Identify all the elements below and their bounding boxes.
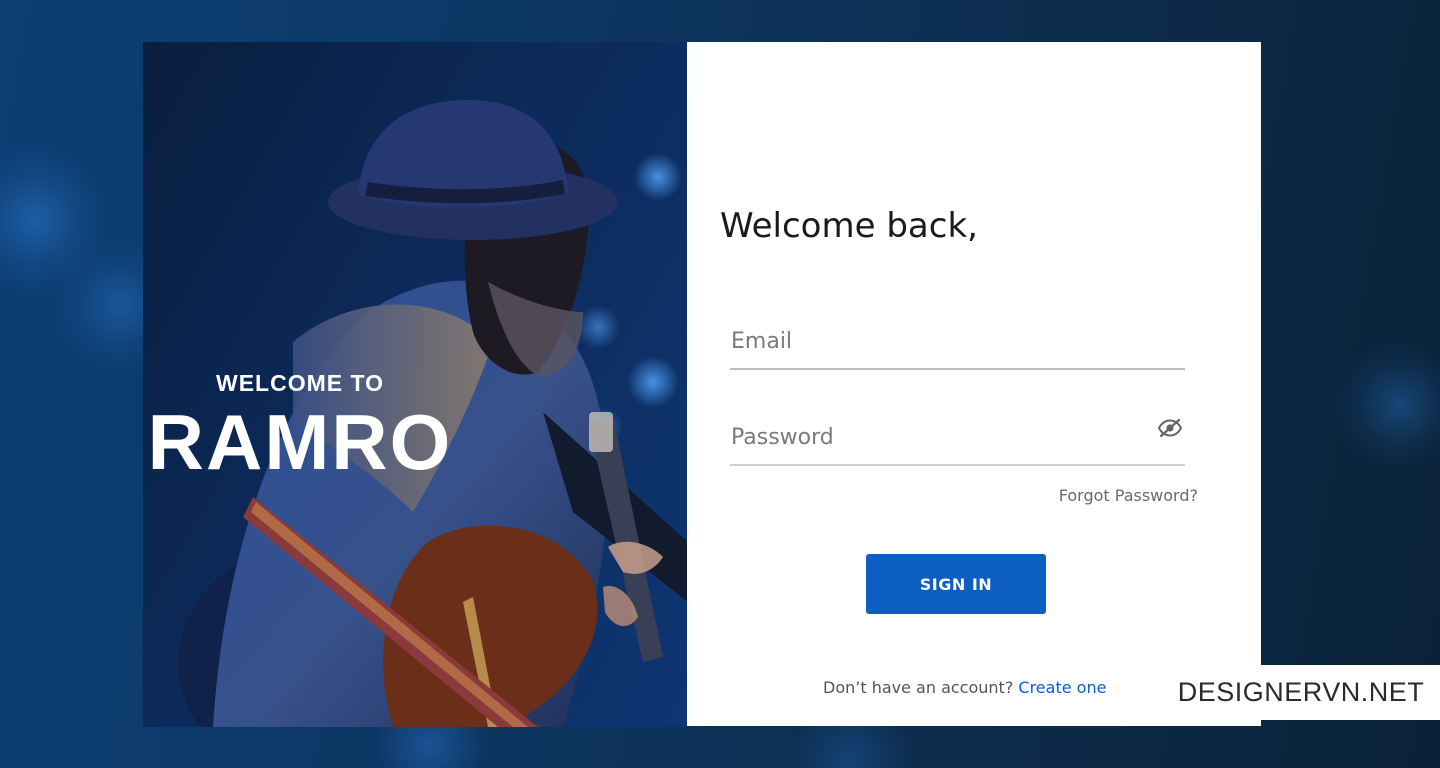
login-card: Welcome back, Forgot Password? SIGN IN D… <box>687 42 1261 726</box>
hero-welcome-text: WELCOME TO <box>215 370 384 396</box>
hero-brand-name: RAMRO <box>147 398 453 486</box>
signup-prompt: Don’t have an account? Create one <box>823 678 1106 697</box>
sign-in-button[interactable]: SIGN IN <box>866 554 1046 614</box>
password-field[interactable] <box>730 410 1185 466</box>
create-account-link[interactable]: Create one <box>1018 678 1106 697</box>
eye-slash-icon[interactable] <box>1157 418 1183 438</box>
signup-prompt-text: Don’t have an account? <box>823 678 1014 697</box>
watermark: DESIGNERVN.NET <box>1162 665 1440 720</box>
hero-panel: WELCOME TO RAMRO <box>143 42 687 727</box>
email-field[interactable] <box>730 314 1185 370</box>
forgot-password-link[interactable]: Forgot Password? <box>1059 486 1198 505</box>
login-heading: Welcome back, <box>720 206 978 246</box>
